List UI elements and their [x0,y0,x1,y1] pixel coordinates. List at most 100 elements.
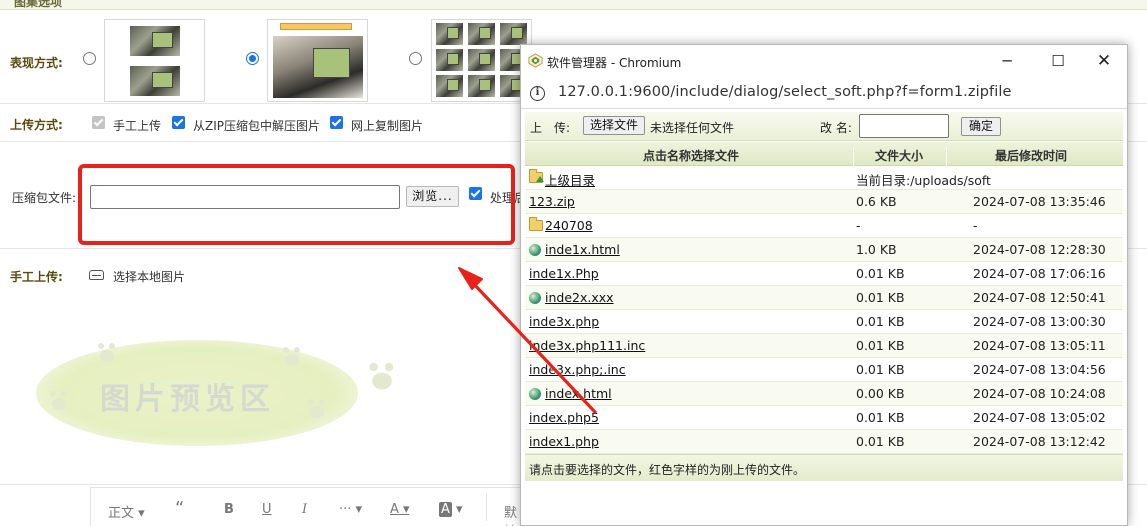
file-name-link[interactable]: index1.php [529,434,599,449]
underline-icon[interactable]: U [262,502,272,517]
table-row: inde1x.Php 0.01 KB 2024-07-08 17:06:16 [525,262,1123,286]
image-preview-label: 图片预览区 [100,382,275,417]
file-name-link[interactable]: inde1x.html [545,242,620,257]
file-size: 0.01 KB [856,290,905,305]
table-row: index.php5 0.01 KB 2024-07-08 13:05:02 [525,406,1123,430]
file-size: 0.6 KB [856,194,897,209]
file-name-link[interactable]: index.html [545,386,612,401]
upload-icon[interactable] [89,270,104,280]
address-bar: i 127.0.0.1:9600/include/dialog/select_s… [521,77,1127,109]
rename-label: 改 名: [820,121,852,135]
file-modified-time: 2024-07-08 13:04:56 [973,362,1106,377]
rename-input[interactable] [859,114,949,138]
column-header-name: 点击名称选择文件 [643,149,740,163]
table-row: 240708 - - [525,214,1123,238]
file-size: 0.00 KB [856,386,905,401]
select-local-image-link[interactable]: 选择本地图片 [113,268,185,285]
table-row: 上级目录 当前目录:/uploads/soft [525,166,1123,190]
italic-icon[interactable]: I [302,502,307,517]
file-size: 0.01 KB [856,362,905,377]
web-file-icon [529,388,541,400]
file-modified-time: 2024-07-08 13:12:42 [973,434,1106,449]
choose-file-button[interactable]: 选择文件 [583,116,645,135]
close-button[interactable]: ✕ [1084,51,1124,71]
file-table-header: 点击名称选择文件 文件大小 最后修改时间 [525,142,1123,171]
manual-upload-label: 手工上传: [10,270,63,284]
paw-decoration [283,347,300,366]
paragraph-format-dropdown[interactable]: 正文 ▾ [108,502,145,521]
file-modified-time: 2024-07-08 13:05:11 [973,338,1106,353]
section-header: 图集选项 [0,0,1147,10]
url-text[interactable]: 127.0.0.1:9600/include/dialog/select_sof… [558,84,1012,100]
window-titlebar[interactable]: 软件管理器 - Chromium ─ ☐ ✕ [521,45,1127,77]
file-modified-time: 2024-07-08 10:24:08 [973,386,1106,401]
table-row: inde1x.html 1.0 KB 2024-07-08 12:28:30 [525,238,1123,262]
table-row: inde3x.php 0.01 KB 2024-07-08 13:00:30 [525,310,1123,334]
file-size: 0.01 KB [856,314,905,329]
display-mode-radio-slideshow[interactable] [246,52,259,65]
confirm-button[interactable]: 确定 [961,117,1001,136]
paw-decoration [308,399,325,418]
display-mode-radio-side-by-side[interactable] [83,52,96,65]
status-hint-text: 请点击要选择的文件，红色字样的为刚上传的文件。 [529,463,806,477]
table-row: 123.zip 0.6 KB 2024-07-08 13:35:46 [525,190,1123,214]
column-header-modified: 最后修改时间 [995,149,1068,163]
more-options-icon[interactable]: ··· ▾ [339,502,362,517]
paw-decoration [50,391,67,410]
info-icon[interactable]: i [530,86,545,101]
file-modified-time: 2024-07-08 13:00:30 [973,314,1106,329]
file-size: 0.01 KB [856,338,905,353]
file-size: 0.01 KB [856,266,905,281]
upload-label: 上 传: [530,121,571,135]
file-size: 当前目录:/uploads/soft [856,173,991,188]
bold-icon[interactable]: B [224,502,234,517]
display-mode-preview-slideshow [267,19,368,102]
up-arrow-icon [536,176,544,182]
file-name-link[interactable]: 123.zip [529,194,575,209]
zip-file-label: 压缩包文件: [12,191,77,205]
folder-icon [529,217,543,231]
window-title: 软件管理器 - Chromium [547,56,682,70]
file-name-link[interactable]: 240708 [545,218,593,233]
toolbar-divider [486,494,487,521]
app-icon [528,53,543,68]
file-name-link[interactable]: index.php5 [529,410,599,425]
file-manager-window: 软件管理器 - Chromium ─ ☐ ✕ i 127.0.0.1:9600/… [520,44,1128,526]
status-bar: 请点击要选择的文件，红色字样的为刚上传的文件。 [525,454,1123,481]
file-modified-time: - [973,218,978,233]
annotation-highlight-box [78,164,515,245]
file-name-link[interactable]: inde3x.php [529,314,599,329]
file-size: 0.01 KB [856,434,905,449]
manual-upload-checkbox-label: 手工上传 [113,119,162,133]
display-mode-preview-grid [431,19,532,102]
file-modified-time: 2024-07-08 12:50:41 [973,290,1106,305]
background-color-icon[interactable]: A ▾ [439,502,463,517]
paw-decoration [98,343,115,362]
table-row: inde3x.php111.inc 0.01 KB 2024-07-08 13:05… [525,334,1123,358]
display-mode-radio-grid[interactable] [409,52,422,65]
table-row: index1.php 0.01 KB 2024-07-08 13:12:42 [525,430,1123,454]
file-modified-time: 2024-07-08 17:06:16 [973,266,1106,281]
file-name-link[interactable]: inde2x.xxx [545,290,614,305]
web-copy-checkbox[interactable] [330,116,343,129]
file-size: - [856,218,861,233]
file-name-link[interactable]: 上级目录 [545,170,595,189]
font-color-icon[interactable]: A ▾ [390,502,410,517]
web-copy-checkbox-label: 网上复制图片 [351,119,424,133]
zip-extract-checkbox[interactable] [172,116,185,129]
section-title: 图集选项 [14,0,63,9]
upload-mode-label: 上传方式: [10,118,63,132]
quote-icon[interactable]: “ [175,498,184,519]
paw-decoration [369,362,394,390]
manual-upload-checkbox [92,116,105,129]
web-file-icon [529,292,541,304]
minimize-button[interactable]: ─ [987,51,1027,71]
file-size: 1.0 KB [856,242,897,257]
file-name-link[interactable]: inde1x.Php [529,266,599,281]
maximize-button[interactable]: ☐ [1038,51,1078,71]
file-name-link[interactable]: inde3x.php111.inc [529,338,645,353]
table-row: inde2x.xxx 0.01 KB 2024-07-08 12:50:41 [525,286,1123,310]
file-modified-time: 2024-07-08 13:05:02 [973,410,1106,425]
file-name-link[interactable]: inde3x.php;.inc [529,362,626,377]
file-modified-time: 2024-07-08 12:28:30 [973,242,1106,257]
